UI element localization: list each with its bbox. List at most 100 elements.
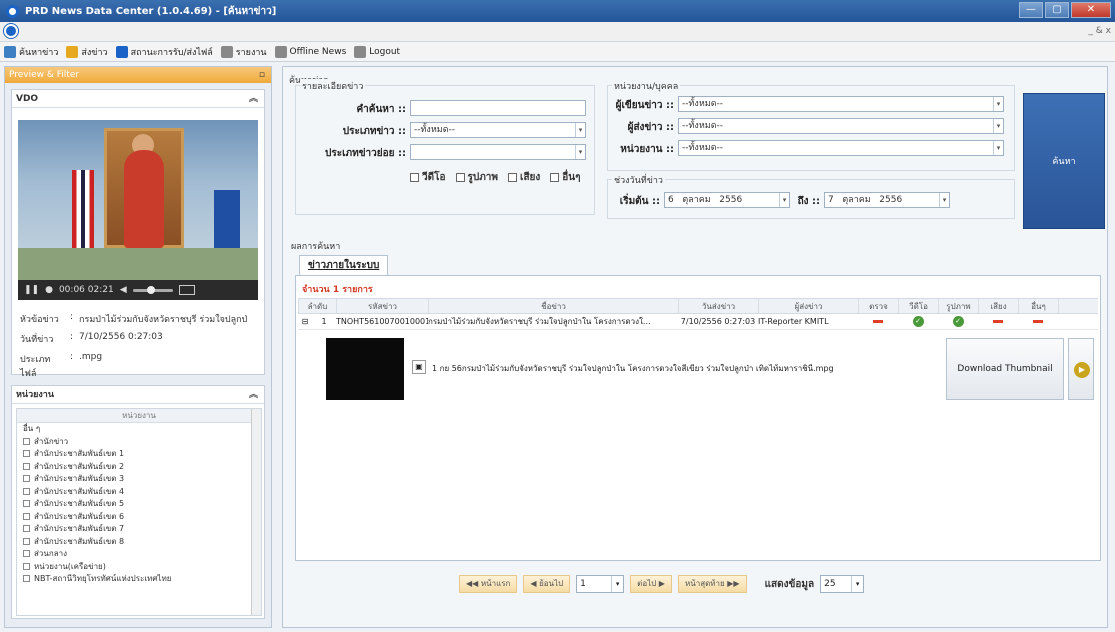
expand-icon[interactable] (23, 550, 30, 557)
list-item[interactable]: สำนักประชาสัมพันธ์เขต 2 (17, 461, 261, 474)
audio-checkbox[interactable]: เสียง (508, 170, 540, 185)
keyword-input[interactable] (410, 100, 586, 116)
other-checkbox[interactable]: อื่นๆ (550, 170, 581, 185)
list-item[interactable]: อื่น ๆ (17, 423, 261, 436)
list-item[interactable]: สำนักประชาสัมพันธ์เขต 8 (17, 536, 261, 549)
page-size-select[interactable]: 25 ▾ (820, 575, 865, 593)
column-header[interactable]: วันส่งข่าว (679, 299, 759, 313)
news-type-select[interactable]: --ทั้งหมด-- ▾ (410, 122, 586, 138)
page-select[interactable]: 1 ▾ (576, 575, 625, 593)
tab-internal-news[interactable]: ข่าวภายในระบบ (299, 255, 389, 275)
expand-icon[interactable]: ⊟ (298, 317, 312, 326)
column-header[interactable]: ชื่อข่าว (429, 299, 679, 313)
list-item[interactable]: สำนักประชาสัมพันธ์เขต 3 (17, 473, 261, 486)
toolbar-item-2[interactable]: สถานะการรับ/ส่งไฟล์ (115, 45, 213, 59)
toolbar-item-0[interactable]: ค้นหาข่าว (4, 45, 58, 59)
toolbar-item-1[interactable]: ส่งข่าว (66, 45, 108, 59)
thumbnail-preview[interactable] (326, 338, 404, 400)
toolbar-item-5[interactable]: Logout (354, 45, 400, 58)
writer-select[interactable]: --ทั้งหมด-- ▾ (678, 96, 1004, 112)
column-header[interactable]: เสียง (979, 299, 1019, 313)
fullscreen-icon[interactable] (178, 285, 195, 295)
stop-icon[interactable]: ● (45, 285, 53, 295)
list-item[interactable]: สำนักประชาสัมพันธ์เขต 1 (17, 448, 261, 461)
video-panel-header[interactable]: VDO ︽ (12, 90, 264, 108)
department-panel-header[interactable]: หน่วยงาน ︽ (12, 386, 264, 404)
collapse-icon[interactable]: ︽ (249, 90, 258, 108)
expand-icon[interactable] (23, 437, 30, 445)
collapse-icon[interactable]: ︽ (249, 386, 258, 404)
checkbox-box[interactable] (550, 173, 560, 182)
prev-page-button[interactable]: ◀ ย้อนไป (523, 575, 571, 593)
close-button[interactable]: ✕ (1071, 2, 1111, 18)
expand-icon[interactable] (23, 512, 30, 520)
news-subtype-select[interactable]: ▾ (410, 144, 586, 160)
chevron-down-icon[interactable]: ▾ (575, 123, 585, 137)
chevron-down-icon[interactable]: ▾ (611, 576, 623, 592)
download-thumbnail-button[interactable]: Download Thumbnail (946, 338, 1064, 400)
maximize-button[interactable]: ▢ (1045, 2, 1069, 18)
chevron-down-icon[interactable]: ▾ (575, 145, 585, 159)
column-header[interactable]: ลำดับ (299, 299, 337, 313)
list-item-label: NBT-สถานีวิทยุโทรทัศน์แห่งประเทศไทย (34, 574, 172, 583)
sender-select[interactable]: --ทั้งหมด-- ▾ (678, 118, 1004, 134)
volume-slider[interactable] (132, 285, 173, 294)
chevron-down-icon[interactable]: ▾ (993, 141, 1003, 155)
list-item[interactable]: NBT-สถานีวิทยุโทรทัศน์แห่งประเทศไทย (17, 573, 261, 586)
info-key: วันที่ข่าว (20, 335, 54, 345)
chevron-down-icon[interactable]: ▾ (779, 193, 789, 207)
expand-icon[interactable] (23, 537, 30, 545)
play-button[interactable]: ▶ (1068, 338, 1094, 400)
list-item[interactable]: สำนักประชาสัมพันธ์เขต 6 (17, 511, 261, 524)
column-header[interactable]: รูปภาพ (939, 299, 979, 313)
list-item[interactable]: หน่วยงาน(เครือข่าย) (17, 561, 261, 574)
checkbox-box[interactable] (508, 173, 518, 182)
list-item[interactable]: ส่วนกลาง (17, 548, 261, 561)
chevron-down-icon[interactable]: ▾ (993, 119, 1003, 133)
expand-icon[interactable] (23, 562, 30, 570)
checkbox-box[interactable] (455, 173, 465, 182)
column-header[interactable]: วีดีโอ (899, 299, 939, 313)
minimize-button[interactable]: — (1019, 2, 1043, 18)
expand-icon[interactable] (23, 475, 30, 482)
app-menu-orb[interactable] (4, 24, 18, 38)
chevron-down-icon[interactable]: ▾ (851, 576, 863, 592)
column-header[interactable]: อื่นๆ (1019, 299, 1059, 313)
first-page-button[interactable]: ◀◀ หน้าแรก (459, 575, 518, 593)
video-player[interactable] (18, 120, 258, 280)
volume-icon[interactable]: ◀ (120, 285, 127, 295)
from-date-picker[interactable]: 6 ตุลาคม 2556 ▾ (664, 192, 790, 208)
search-button[interactable]: ค้นหา (1023, 93, 1105, 229)
expand-icon[interactable] (23, 462, 30, 470)
column-header[interactable]: ผู้ส่งข่าว (759, 299, 859, 313)
next-page-icon: ▶ (656, 579, 665, 588)
column-header[interactable]: รหัสข่าว (337, 299, 429, 313)
expand-icon[interactable] (23, 487, 30, 495)
list-item[interactable]: สำนักประชาสัมพันธ์เขต 7 (17, 523, 261, 536)
list-item[interactable]: สำนักประชาสัมพันธ์เขต 5 (17, 498, 261, 511)
toolbar-item-3[interactable]: รายงาน (220, 45, 267, 59)
pause-icon[interactable]: ❚❚ (24, 285, 39, 295)
chevron-down-icon[interactable]: ▾ (939, 193, 949, 207)
last-page-button[interactable]: หน้าสุดท้าย ▶▶ (677, 575, 747, 593)
image-checkbox[interactable]: รูปภาพ (455, 170, 498, 185)
expand-icon[interactable] (23, 525, 30, 532)
expand-icon[interactable] (23, 575, 30, 582)
to-date-picker[interactable]: 7 ตุลาคม 2556 ▾ (824, 192, 950, 208)
toolbar-item-4[interactable]: Offline News (274, 45, 346, 58)
next-page-button[interactable]: ต่อไป ▶ (630, 575, 672, 593)
list-item[interactable]: สำนักข่าว (17, 436, 261, 449)
file-icon[interactable]: ▣ (412, 360, 426, 374)
pin-icon[interactable]: ▫ (259, 67, 265, 83)
chevron-down-icon[interactable]: ▾ (993, 97, 1003, 111)
checkbox-box[interactable] (410, 173, 419, 182)
list-item[interactable]: สำนักประชาสัมพันธ์เขต 4 (17, 486, 261, 499)
column-header[interactable]: ตรวจ (859, 299, 899, 313)
video-checkbox[interactable]: วีดีโอ (410, 170, 446, 185)
expand-icon[interactable] (23, 500, 30, 507)
department-scrollbar[interactable] (251, 409, 261, 615)
mdi-controls[interactable]: _ & x (1088, 26, 1111, 36)
expand-icon[interactable] (23, 450, 30, 457)
dept-select[interactable]: --ทั้งหมด-- ▾ (678, 140, 1004, 156)
table-row[interactable]: ⊟ 1 TNOHT5610070010001 กรมป่าไม้ร่วมกับจ… (298, 314, 1098, 330)
